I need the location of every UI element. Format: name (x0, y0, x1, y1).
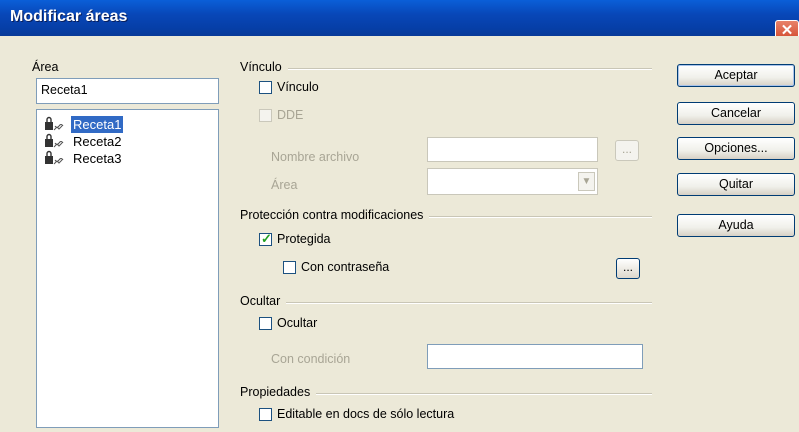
password-button[interactable]: ... (616, 258, 640, 279)
properties-group-title: Propiedades (240, 385, 317, 399)
protection-group-title: Protección contra modificaciones (240, 208, 430, 222)
check-icon: ✓ (261, 231, 272, 246)
link-area-label: Área (271, 178, 298, 192)
hide-checkbox-label: Ocultar (277, 316, 318, 330)
area-name-value: Receta1 (41, 83, 88, 97)
password-checkbox[interactable] (283, 261, 296, 274)
lock-icon (45, 116, 64, 131)
link-checkbox[interactable] (259, 81, 272, 94)
readonly-editable-checkbox-label: Editable en docs de sólo lectura (277, 407, 455, 421)
protected-checkbox[interactable]: ✓ (259, 231, 272, 246)
list-item-label: Receta3 (73, 151, 122, 166)
dde-checkbox-label: DDE (277, 108, 304, 122)
title-bar: Modificar áreas ✕ (0, 0, 799, 42)
filename-label: Nombre archivo (271, 150, 360, 164)
condition-field[interactable] (427, 344, 643, 369)
area-list[interactable]: Receta1 Receta2 Receta3 (36, 109, 219, 428)
readonly-editable-checkbox[interactable] (259, 408, 272, 421)
filename-field[interactable] (427, 137, 598, 162)
help-button[interactable]: Ayuda (677, 214, 795, 237)
condition-label: Con condición (271, 352, 351, 366)
area-group-title: Área (32, 60, 59, 74)
protected-checkbox-label: Protegida (277, 232, 331, 246)
cancel-button[interactable]: Cancelar (677, 102, 795, 125)
hide-group-divider (240, 302, 652, 304)
list-item-label: Receta2 (73, 134, 122, 149)
dde-checkbox[interactable] (259, 109, 272, 122)
window-title: Modificar áreas (10, 8, 128, 25)
link-group-divider (240, 68, 652, 70)
browse-file-button[interactable]: ... (615, 140, 639, 161)
options-button[interactable]: Opciones... (677, 137, 795, 160)
accept-button[interactable]: Aceptar (677, 64, 795, 87)
list-item-label: Receta1 (71, 116, 124, 133)
hide-checkbox[interactable] (259, 317, 272, 330)
link-area-select[interactable]: ▼ (427, 168, 598, 195)
area-name-field[interactable]: Receta1 (36, 78, 219, 104)
lock-icon (45, 150, 64, 165)
dropdown-arrow-icon: ▼ (578, 172, 595, 191)
dialog-body: Área Receta1 Receta1 Receta2 Receta3 Vín… (0, 36, 799, 432)
link-group-title: Vínculo (240, 60, 288, 74)
remove-button[interactable]: Quitar (677, 173, 795, 196)
password-checkbox-label: Con contraseña (301, 260, 390, 274)
link-checkbox-label: Vínculo (277, 80, 319, 94)
hide-group-title: Ocultar (240, 294, 287, 308)
lock-icon (45, 133, 64, 148)
